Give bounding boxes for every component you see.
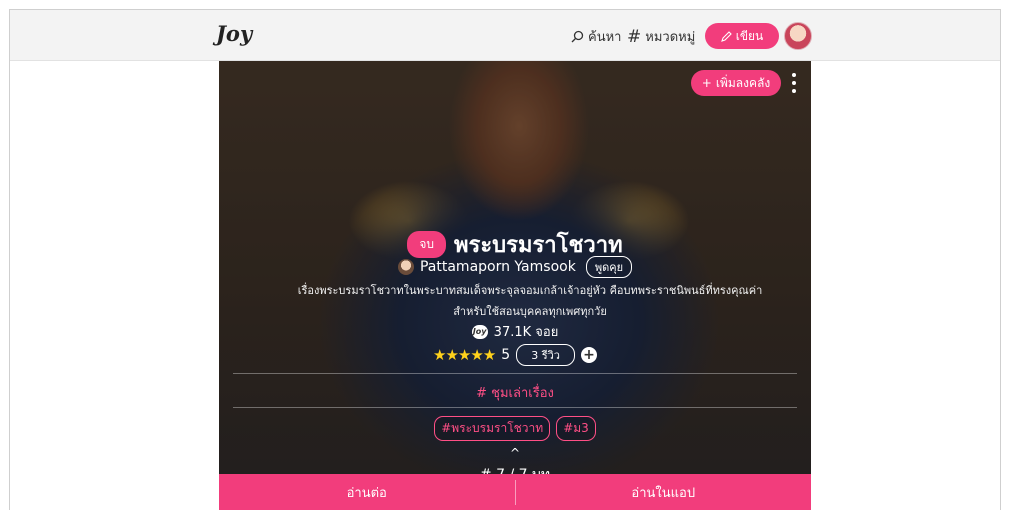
tag-chip[interactable]: #ม3 (556, 416, 596, 441)
story-description: เรื่องพระบรมราโชวาทในพระบาทสมเด็จพระจุลจ… (289, 280, 771, 322)
chat-button[interactable]: พูดคุย (585, 256, 633, 278)
story-info: + เพิ่มลงคลัง จบ พระบรมราโชวาท Pattamapo… (219, 61, 811, 510)
kebab-icon[interactable] (791, 73, 797, 93)
search-icon (571, 30, 584, 43)
rating-value: 5 (501, 347, 511, 363)
plus-icon: + (701, 76, 712, 90)
story-cover: + เพิ่มลงคลัง จบ พระบรมราโชวาท Pattamapo… (219, 61, 811, 510)
browser-viewport: Joy ค้นหา # หมวดหมู่ เขียน + เพิ่มลงคลัง (9, 9, 1001, 510)
reads-label: 37.1K จอย (493, 325, 559, 340)
author-row: Pattamaporn Yamsook พูดคุย (219, 256, 811, 278)
reviews-button[interactable]: 3 รีวิว (516, 344, 575, 366)
author-avatar[interactable] (397, 259, 414, 275)
hash-icon: # (627, 26, 642, 47)
read-continue-button[interactable]: อ่านต่อ (219, 474, 515, 510)
action-bar: อ่านต่อ อ่านในแอป (219, 474, 811, 510)
status-badge: จบ (407, 231, 447, 258)
author-name[interactable]: Pattamaporn Yamsook (420, 259, 576, 275)
rating-row: ★★★★★ 5 3 รีวิว + (219, 344, 811, 366)
write-label: เขียน (735, 28, 764, 43)
tag-chip[interactable]: #พระบรมราโชวาท (434, 416, 551, 441)
description-line: สำหรับใช้สอนบุคคลทุกเพศทุกวัย (453, 305, 607, 318)
divider (233, 407, 797, 408)
search-label: ค้นหา (588, 30, 622, 45)
top-navigation: Joy ค้นหา # หมวดหมู่ เขียน (10, 10, 1000, 61)
read-in-app-button[interactable]: อ่านในแอป (516, 474, 812, 510)
description-line: เรื่องพระบรมราโชวาทในพระบาทสมเด็จพระจุลจ… (297, 284, 763, 297)
category-link[interactable]: # หมวดหมู่ (627, 26, 695, 47)
category-label: หมวดหมู่ (645, 30, 696, 45)
reads-count: Joy 37.1K จอย (219, 321, 811, 342)
chevron-up-icon[interactable]: ^ (219, 446, 811, 460)
user-avatar[interactable] (784, 22, 812, 50)
star-rating-icon: ★★★★★ (433, 346, 496, 364)
add-library-label: เพิ่มลงคลัง (715, 75, 771, 90)
story-category[interactable]: # ชุมเล่าเรื่อง (219, 382, 811, 403)
add-to-library-button[interactable]: + เพิ่มลงคลัง (691, 70, 781, 96)
joy-logo[interactable]: Joy (216, 21, 252, 46)
tags-row: #พระบรมราโชวาท #ม3 (219, 416, 811, 441)
search-link[interactable]: ค้นหา (571, 26, 621, 47)
plus-circle-icon[interactable]: + (580, 347, 597, 363)
joy-reads-icon: Joy (471, 324, 488, 339)
pencil-icon (720, 30, 732, 42)
divider (233, 373, 797, 374)
write-button[interactable]: เขียน (705, 23, 779, 49)
